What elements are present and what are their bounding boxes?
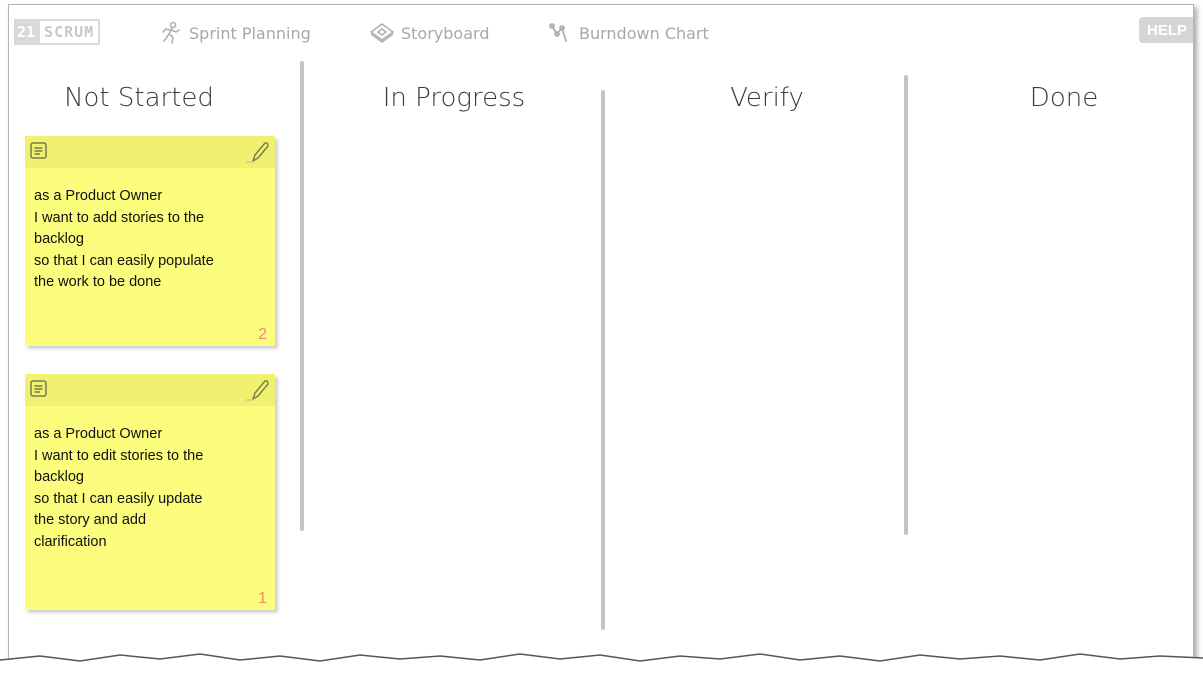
story-points: 2 [258,326,267,343]
story-line: I want to edit stories to the [34,447,204,464]
story-line: so that I can easily populate [34,252,214,269]
nav-burndown-chart[interactable]: Burndown Chart [549,21,709,45]
column-title-in-progress: In Progress [382,83,526,113]
column-title-done: Done [1029,83,1099,113]
column-title-verify: Verify [730,83,804,113]
toolbar: 21 SCRUM Sprint Planning Storyboard Burn… [9,5,1193,55]
burndown-chart-icon [549,23,567,42]
help-button[interactable]: HELP [1139,17,1193,43]
nav-storyboard-label: Storyboard [401,23,490,43]
nav-sprint-planning-label: Sprint Planning [189,23,311,43]
story-line: so that I can easily update [34,490,203,507]
story-line: I want to add stories to the [34,209,205,226]
story-line: backlog [34,231,84,247]
story-line: as a Product Owner [34,426,163,442]
column-divider [300,61,304,531]
story-card[interactable]: as a Product Owner I want to add stories… [25,136,275,346]
story-card-text: as a Product Owner I want to edit storie… [25,406,275,553]
column-title-not-started: Not Started [64,83,214,113]
story-card-header [25,136,275,168]
nav-sprint-planning[interactable]: Sprint Planning [159,21,311,45]
nav-burndown-chart-label: Burndown Chart [579,23,709,43]
story-details-icon[interactable] [29,379,49,399]
story-line: the story and add [34,512,147,528]
story-card[interactable]: as a Product Owner I want to edit storie… [25,374,275,610]
column-divider [904,75,908,535]
storyboard-window: 21 SCRUM Sprint Planning Storyboard Burn… [8,4,1194,668]
app-logo[interactable]: 21 SCRUM [14,19,101,45]
sprint-planning-icon [162,21,180,44]
logo-word: SCRUM [38,19,101,45]
story-details-icon[interactable] [29,141,49,161]
logo-number: 21 [14,19,39,45]
story-card-text: as a Product Owner I want to add stories… [25,168,275,294]
edit-pencil-icon[interactable] [245,378,271,402]
story-line: backlog [34,469,84,485]
story-line: the work to be done [34,274,162,290]
story-line: as a Product Owner [34,188,163,204]
nav-storyboard[interactable]: Storyboard [369,21,489,45]
edit-pencil-icon[interactable] [245,140,271,164]
story-card-header [25,374,275,406]
story-points: 1 [258,590,267,607]
story-line: clarification [34,533,107,550]
column-divider [601,90,605,630]
storyboard-icon [370,23,394,43]
torn-paper-edge [0,653,1203,675]
